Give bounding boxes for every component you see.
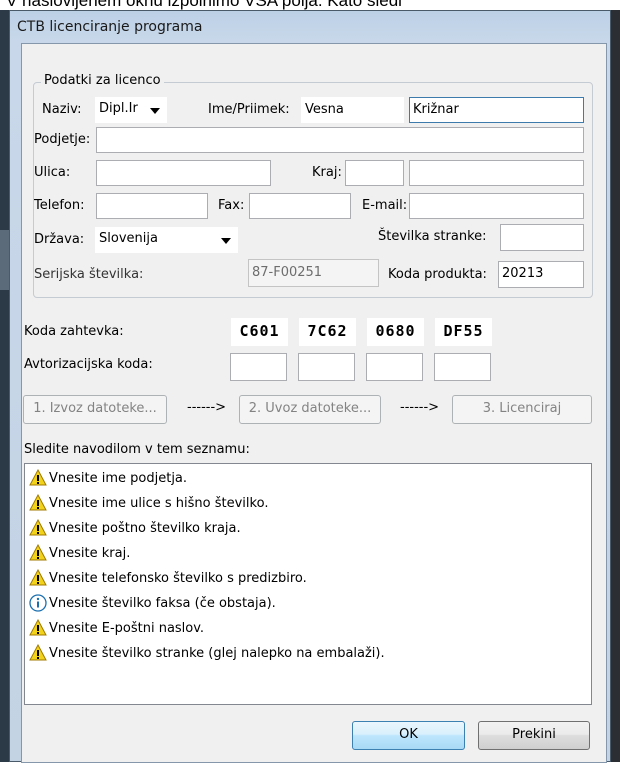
koda-produkta-label: Koda produkta: [388, 267, 487, 282]
warning-icon [29, 518, 47, 537]
list-item-text: Vnesite E-poštni naslov. [49, 620, 205, 636]
import-file-button[interactable]: 2. Uvoz datoteke... [239, 395, 381, 424]
priimek-input[interactable]: Križnar [409, 97, 584, 123]
auth-code-input-3[interactable] [366, 353, 423, 381]
drzava-select[interactable]: Slovenija [95, 227, 238, 253]
kraj-label: Kraj: [312, 165, 342, 180]
ime-value: Vesna [305, 102, 344, 117]
auth-code-input-2[interactable] [298, 353, 355, 381]
list-item-text: Vnesite številko faksa (če obstaja). [49, 595, 276, 611]
list-item-text: Vnesite kraj. [49, 545, 131, 561]
stevilka-stranke-label: Številka stranke: [378, 229, 487, 244]
list-item[interactable]: Vnesite kraj. [29, 542, 130, 564]
group-title: Podatki za licenco [41, 73, 164, 88]
telefon-label: Telefon: [34, 198, 85, 213]
naziv-label: Naziv: [42, 102, 82, 117]
background-edge [611, 10, 620, 762]
warning-icon [29, 568, 47, 587]
chevron-down-icon [150, 108, 160, 114]
telefon-input[interactable] [96, 193, 208, 219]
drzava-label: Država: [34, 232, 85, 247]
email-input[interactable] [409, 193, 584, 219]
export-file-button[interactable]: 1. Izvoz datoteke... [23, 395, 167, 424]
list-item[interactable]: Vnesite E-poštni naslov. [29, 617, 204, 639]
koda-zahtevka-label: Koda zahtevka: [24, 324, 124, 339]
step-arrow-1: ------> [187, 400, 227, 415]
ime-priimek-label: Ime/Priimek: [208, 102, 290, 117]
priimek-value: Križnar [413, 102, 459, 117]
list-item[interactable]: Vnesite ime podjetja. [29, 467, 187, 489]
naziv-select[interactable]: Dipl.Ir [95, 97, 167, 123]
email-label: E-mail: [362, 198, 408, 213]
serijska-stevilka-label: Serijska številka: [34, 267, 144, 282]
dialog-client-area: Podatki za licenco Naziv: Dipl.Ir Ime/Pr… [21, 43, 607, 763]
drzava-value: Slovenija [99, 231, 158, 246]
dialog-title: CTB licenciranje programa [17, 19, 203, 35]
info-icon [29, 594, 47, 612]
podjetje-label: Podjetje: [34, 132, 91, 147]
auth-code-input-1[interactable] [230, 353, 287, 381]
ulica-input[interactable] [96, 160, 271, 186]
list-item-text: Vnesite ime ulice s hišno številko. [49, 495, 269, 511]
cancel-button[interactable]: Prekini [478, 721, 590, 750]
warning-icon [29, 643, 47, 662]
instructions-list[interactable]: Vnesite ime podjetja. Vnesite ime ulice s… [24, 463, 592, 705]
instructions-label: Sledite navodilom v tem seznamu: [24, 442, 250, 457]
naziv-value: Dipl.Ir [99, 101, 138, 116]
list-item-text: Vnesite ime podjetja. [49, 470, 188, 486]
koda-produkta-input[interactable]: 20213 [498, 261, 584, 288]
auth-code-input-4[interactable] [434, 353, 491, 381]
podjetje-input[interactable] [96, 127, 584, 153]
license-button[interactable]: 3. Licenciraj [452, 395, 592, 424]
ime-input[interactable]: Vesna [301, 97, 404, 123]
list-item[interactable]: Vnesite številko stranke (glej nalepko n… [29, 642, 385, 664]
serijska-value: 87-F00251 [252, 265, 323, 280]
list-item-text: Vnesite številko stranke (glej nalepko n… [49, 645, 385, 661]
request-code-4: DF55 [435, 318, 492, 346]
warning-icon [29, 543, 47, 562]
list-item-text: Vnesite telefonsko številko s predizbiro… [49, 570, 307, 586]
serijska-stevilka-field: 87-F00251 [248, 259, 379, 287]
postna-stevilka-input[interactable] [345, 160, 404, 186]
warning-icon [29, 618, 47, 637]
step-arrow-2: ------> [400, 400, 440, 415]
chevron-down-icon [221, 238, 231, 244]
kraj-input[interactable] [409, 160, 584, 186]
list-item-text: Vnesite poštno številko kraja. [49, 520, 241, 536]
background-text: V naslovljenem oknu izpolnimo VSA polja.… [6, 0, 402, 10]
fax-label: Fax: [218, 198, 245, 213]
avtorizacijska-koda-label: Avtorizacijska koda: [24, 357, 153, 372]
ok-button[interactable]: OK [352, 721, 465, 750]
fax-input[interactable] [249, 193, 351, 219]
stevilka-stranke-input[interactable] [500, 224, 584, 251]
warning-icon [29, 468, 47, 487]
warning-icon [29, 493, 47, 512]
koda-produkta-value: 20213 [502, 266, 544, 281]
background-document-text: V naslovljenem oknu izpolnimo VSA polja.… [0, 0, 620, 10]
request-code-1: C601 [231, 318, 288, 346]
request-code-3: 0680 [367, 318, 424, 346]
dialog-titlebar[interactable]: CTB licenciranje programa [10, 11, 610, 43]
license-dialog: CTB licenciranje programa Podatki za lic… [9, 10, 611, 763]
list-item[interactable]: Vnesite poštno številko kraja. [29, 517, 241, 539]
ulica-label: Ulica: [34, 165, 71, 180]
list-item[interactable]: Vnesite številko faksa (če obstaja). [29, 592, 276, 614]
list-item[interactable]: Vnesite telefonsko številko s predizbiro… [29, 567, 307, 589]
list-item[interactable]: Vnesite ime ulice s hišno številko. [29, 492, 268, 514]
request-code-2: 7C62 [299, 318, 356, 346]
